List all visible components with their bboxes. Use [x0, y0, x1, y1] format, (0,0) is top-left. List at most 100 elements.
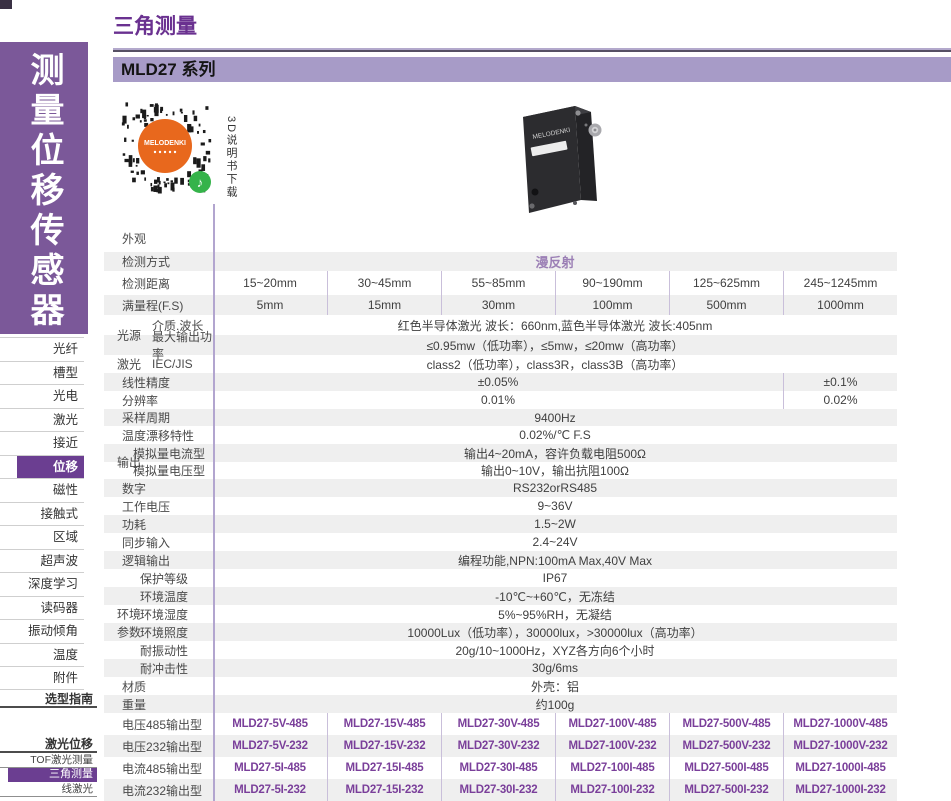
sidebar-item[interactable]: 超声波: [0, 549, 84, 573]
spec-cell: ±0.1%: [783, 373, 897, 391]
sidebar-item[interactable]: 区域: [0, 525, 84, 549]
row-values: ±0.05%±0.1%: [213, 373, 897, 391]
sidebar-item[interactable]: 振动倾角: [0, 619, 84, 643]
sensor-image: MELODENKI: [511, 98, 621, 223]
spec-row: IEC/JISclass2（低功率），class3R，class3B（高功率）: [104, 355, 897, 373]
spec-row: 外观: [104, 225, 897, 252]
sidebar-item[interactable]: 附件: [0, 666, 84, 690]
spec-cell: 5mm: [213, 295, 327, 315]
row-label: 逻辑输出: [104, 551, 213, 569]
row-group-label: 光源: [117, 327, 141, 344]
spec-row: 材质外壳：铝: [104, 677, 897, 695]
row-values: 30g/6ms: [213, 659, 897, 677]
model-number: MLD27-500I-232: [669, 779, 783, 801]
subnav-item[interactable]: 线激光: [0, 782, 97, 797]
sidebar-item[interactable]: 接触式: [0, 502, 84, 526]
subnav-item[interactable]: TOF激光测量: [0, 753, 97, 768]
spec-row: 环境湿度5%~95%RH，无凝结: [104, 605, 897, 623]
spec-cell: ±0.05%: [213, 373, 783, 391]
row-label: 分辨率: [104, 391, 213, 409]
spec-value: 10000Lux（低功率），30000lux，>30000lux（高功率）: [213, 623, 897, 641]
row-values: 约100g: [213, 695, 897, 713]
spec-value: 漫反射: [213, 252, 897, 271]
spec-row: 环境照度10000Lux（低功率），30000lux，>30000lux（高功率…: [104, 623, 897, 641]
spec-row: 满量程(F.S)5mm15mm30mm100mm500mm1000mm: [104, 295, 897, 315]
sidebar-vertical-title: 测量位移传感器: [27, 52, 61, 334]
sidebar-item[interactable]: 位移: [0, 455, 84, 479]
row-values: 编程功能,NPN:100mA Max,40V Max: [213, 551, 897, 569]
row-values: 输出0~10V，输出抗阻100Ω: [213, 462, 897, 479]
model-number: MLD27-100I-232: [555, 779, 669, 801]
spec-row: 模拟量电流型输出4~20mA，容许负载电阻500Ω: [104, 444, 897, 462]
subnav-item[interactable]: 选型指南: [0, 692, 97, 708]
spec-row: 线性精度±0.05%±0.1%: [104, 373, 897, 391]
model-number: MLD27-1000V-485: [783, 713, 897, 735]
sidebar-item[interactable]: 温度: [0, 643, 84, 667]
row-values: MLD27-5V-232MLD27-15V-232MLD27-30V-232ML…: [213, 735, 897, 757]
row-label: 电流485输出型: [104, 757, 213, 779]
row-values: 5%~95%RH，无凝结: [213, 605, 897, 623]
sidebar-item[interactable]: 接近: [0, 431, 84, 455]
spec-value: 编程功能,NPN:100mA Max,40V Max: [213, 551, 897, 569]
row-label: 电流232输出型: [104, 779, 213, 801]
model-number: MLD27-1000I-485: [783, 757, 897, 779]
spec-cell: 30~45mm: [327, 271, 441, 295]
row-label: 重量: [104, 695, 213, 713]
row-label: 采样周期: [104, 409, 213, 426]
row-values: RS232orRS485: [213, 479, 897, 497]
sidebar-item[interactable]: 深度学习: [0, 572, 84, 596]
subnav-item[interactable]: 激光位移: [0, 737, 97, 753]
sidebar-item[interactable]: 磁性: [0, 478, 84, 502]
row-label: 线性精度: [104, 373, 213, 391]
spec-row: 介质.波长红色半导体激光 波长：660nm,蓝色半导体激光 波长:405nm: [104, 315, 897, 335]
row-values: 0.01%0.02%: [213, 391, 897, 409]
row-label: 外观: [104, 225, 213, 252]
model-number: MLD27-15V-485: [327, 713, 441, 735]
row-values: 10000Lux（低功率），30000lux，>30000lux（高功率）: [213, 623, 897, 641]
sidebar-item[interactable]: 槽型: [0, 361, 84, 385]
spec-value: ≤0.95mw（低功率），≤5mw，≤20mw（高功率）: [213, 335, 897, 355]
spec-cell: 55~85mm: [441, 271, 555, 295]
row-values: 9~36V: [213, 497, 897, 515]
spec-row: 环境温度-10℃~+60℃，无冻结: [104, 587, 897, 605]
subnav-item[interactable]: 三角测量: [0, 768, 97, 782]
row-values: 红色半导体激光 波长：660nm,蓝色半导体激光 波长:405nm: [213, 315, 897, 335]
catalog-page: 测量位移传感器 光纤槽型光电激光接近位移磁性接触式区域超声波深度学习读码器振动倾…: [0, 0, 951, 801]
model-number: MLD27-5I-485: [213, 757, 327, 779]
spec-row: 耐冲击性30g/6ms: [104, 659, 897, 677]
spec-value: class2（低功率），class3R，class3B（高功率）: [213, 355, 897, 373]
sidebar-item[interactable]: 读码器: [0, 596, 84, 620]
spec-row: 最大输出功率≤0.95mw（低功率），≤5mw，≤20mw（高功率）: [104, 335, 897, 355]
sidebar-item[interactable]: 激光: [0, 408, 84, 432]
spec-row: 电压485输出型MLD27-5V-485MLD27-15V-485MLD27-3…: [104, 713, 897, 735]
spec-cell: 500mm: [669, 295, 783, 315]
row-label: 功耗: [104, 515, 213, 533]
model-number: MLD27-30V-232: [441, 735, 555, 757]
row-values: 20g/10~1000Hz，XYZ各方向6个小时: [213, 641, 897, 659]
row-label: 材质: [104, 677, 213, 695]
spec-row: 模拟量电压型输出0~10V，输出抗阻100Ω: [104, 462, 897, 479]
row-values: 0.02%/℃ F.S: [213, 426, 897, 444]
model-number: MLD27-500V-485: [669, 713, 783, 735]
row-label: 检测距离: [104, 271, 213, 295]
row-label: 检测方式: [104, 252, 213, 271]
row-group-label: 激光: [117, 356, 141, 373]
model-number: MLD27-15I-232: [327, 779, 441, 801]
sidebar-subnav: 选型指南激光位移TOF激光测量三角测量线激光: [0, 692, 97, 797]
sidebar-item[interactable]: 光纤: [0, 337, 84, 361]
row-values: ≤0.95mw（低功率），≤5mw，≤20mw（高功率）: [213, 335, 897, 355]
model-number: MLD27-100V-485: [555, 713, 669, 735]
row-values: IP67: [213, 569, 897, 587]
row-values: class2（低功率），class3R，class3B（高功率）: [213, 355, 897, 373]
spec-row: 分辨率0.01%0.02%: [104, 391, 897, 409]
spec-value: 红色半导体激光 波长：660nm,蓝色半导体激光 波长:405nm: [213, 315, 897, 335]
sidebar-item[interactable]: 光电: [0, 384, 84, 408]
model-number: MLD27-15V-232: [327, 735, 441, 757]
title-divider: [113, 48, 951, 52]
model-number: MLD27-30I-485: [441, 757, 555, 779]
spec-value: 5%~95%RH，无凝结: [213, 605, 897, 623]
series-header: MLD27 系列: [113, 57, 951, 82]
spec-value: 1.5~2W: [213, 515, 897, 533]
model-number: MLD27-5V-232: [213, 735, 327, 757]
model-number: MLD27-1000I-232: [783, 779, 897, 801]
